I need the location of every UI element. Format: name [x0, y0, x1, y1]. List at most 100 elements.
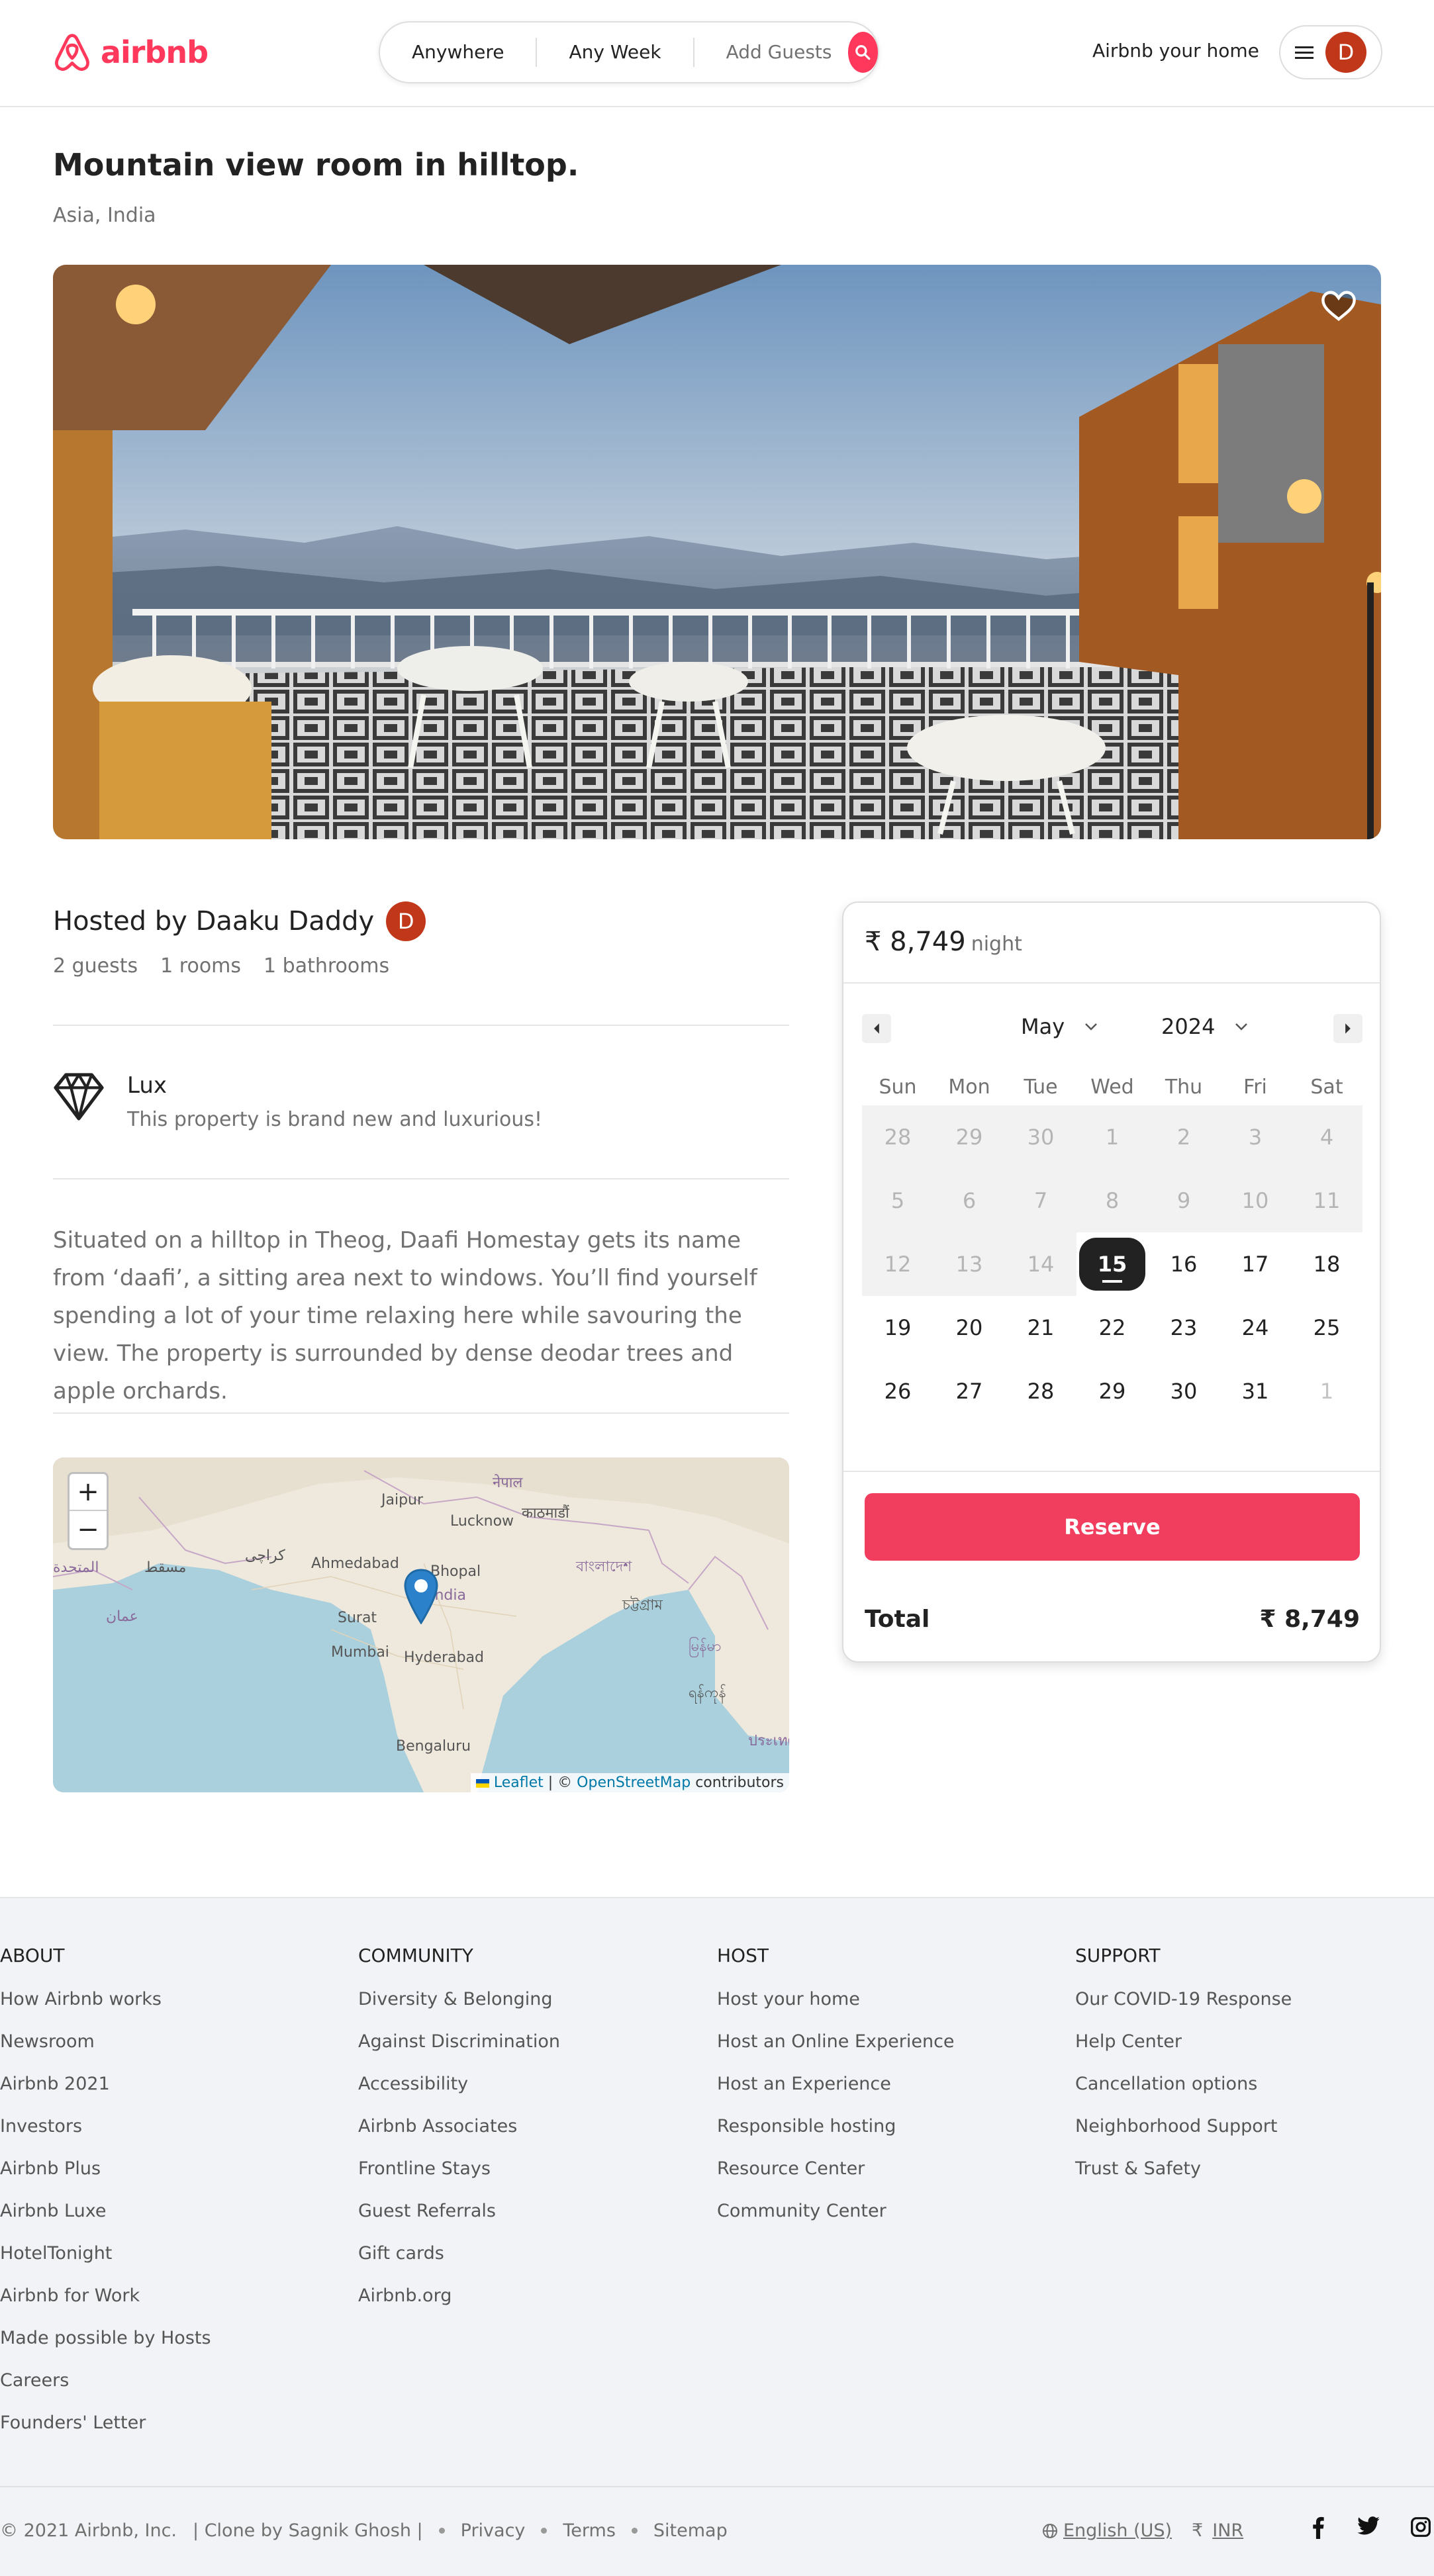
calendar-day[interactable]: 17 [1219, 1232, 1291, 1296]
footer-link[interactable]: Founders' Letter [0, 2410, 211, 2452]
meta-guests: 2 guests [53, 954, 138, 978]
footer-link[interactable]: Against Discrimination [358, 2029, 560, 2071]
footer-link[interactable]: Cancellation options [1075, 2071, 1292, 2113]
calendar-week: 12 13 14 15 16 17 18 [862, 1232, 1362, 1296]
footer-link[interactable]: Gift cards [358, 2240, 560, 2283]
osm-link[interactable]: OpenStreetMap [577, 1774, 691, 1791]
footer-link[interactable]: Accessibility [358, 2071, 560, 2113]
footer-link[interactable]: Our COVID-19 Response [1075, 1986, 1292, 2029]
calendar-day[interactable]: 21 [1005, 1296, 1076, 1359]
footer-link[interactable]: Newsroom [0, 2029, 211, 2071]
map-label-bangladesh: বাংলাদেশ [576, 1559, 632, 1575]
calendar-day[interactable]: 18 [1291, 1232, 1362, 1296]
airbnb-your-home-link[interactable]: Airbnb your home [1092, 40, 1259, 62]
calendar-day[interactable]: 26 [862, 1359, 933, 1423]
footer-link[interactable]: Made possible by Hosts [0, 2325, 211, 2368]
calendar-day[interactable]: 30 [1148, 1359, 1219, 1423]
calendar-day: 3 [1219, 1105, 1291, 1169]
airbnb-logo[interactable]: airbnb [53, 32, 209, 73]
map-label-yangon: ရန်ကုန် [689, 1684, 726, 1701]
reserve-button[interactable]: Reserve [865, 1493, 1360, 1561]
footer-link[interactable]: Trust & Safety [1075, 2156, 1292, 2198]
caret-left-icon [874, 1023, 879, 1034]
calendar-day[interactable]: 31 [1219, 1359, 1291, 1423]
calendar-day-selected[interactable]: 15 [1076, 1232, 1148, 1296]
calendar-day[interactable]: 23 [1148, 1296, 1219, 1359]
calendar-day[interactable]: 16 [1148, 1232, 1219, 1296]
footer-heading: HOST [717, 1945, 769, 1966]
footer-link[interactable]: Airbnb 2021 [0, 2071, 211, 2113]
footer-link[interactable]: Help Center [1075, 2029, 1292, 2071]
footer-link[interactable]: Host your home [717, 1986, 955, 2029]
total-value: ₹ 8,749 [1259, 1606, 1360, 1633]
calendar-grid: Sun Mon Tue Wed Thu Fri Sat 28 29 30 1 2… [862, 1068, 1362, 1423]
footer-link[interactable]: Guest Referrals [358, 2198, 560, 2240]
twitter-link[interactable] [1357, 2516, 1380, 2535]
twitter-icon [1357, 2516, 1380, 2535]
month-select[interactable]: May [1021, 1014, 1098, 1039]
calendar-day: 6 [933, 1169, 1005, 1232]
search-icon [855, 45, 871, 60]
footer-link[interactable]: Frontline Stays [358, 2156, 560, 2198]
heart-icon[interactable] [1321, 290, 1357, 322]
footer-link[interactable]: Airbnb Plus [0, 2156, 211, 2198]
calendar-day[interactable]: 20 [933, 1296, 1005, 1359]
footer-link[interactable]: Airbnb.org [358, 2283, 560, 2325]
calendar-day[interactable]: 25 [1291, 1296, 1362, 1359]
zoom-in-button[interactable]: + [70, 1474, 107, 1511]
map-marker-icon[interactable] [404, 1569, 438, 1624]
instagram-link[interactable] [1410, 2516, 1431, 2538]
calendar-day: 29 [933, 1105, 1005, 1169]
footer-link[interactable]: Neighborhood Support [1075, 2113, 1292, 2156]
calendar-day: 2 [1148, 1105, 1219, 1169]
search-any-week[interactable]: Any Week [537, 38, 694, 67]
calendar-day[interactable]: 28 [1005, 1359, 1076, 1423]
footer-link[interactable]: Host an Experience [717, 2071, 955, 2113]
footer-link[interactable]: Investors [0, 2113, 211, 2156]
footer-link[interactable]: Responsible hosting [717, 2113, 955, 2156]
footer-link[interactable]: Airbnb Luxe [0, 2198, 211, 2240]
footer-link[interactable]: HotelTonight [0, 2240, 211, 2283]
meta-bathrooms: 1 bathrooms [263, 954, 390, 978]
search-button[interactable] [847, 32, 878, 73]
listing-meta: 2 guests 1 rooms 1 bathrooms [53, 954, 389, 978]
feature-title: Lux [127, 1072, 167, 1099]
calendar-day[interactable]: 27 [933, 1359, 1005, 1423]
calendar-day[interactable]: 1 [1291, 1359, 1362, 1423]
privacy-link[interactable]: Privacy [461, 2520, 526, 2541]
currency-selector[interactable]: ₹ INR [1192, 2520, 1243, 2541]
year-select[interactable]: 2024 [1161, 1014, 1248, 1039]
next-month-button[interactable] [1333, 1014, 1362, 1043]
footer-locale: English (US) ₹ INR [1042, 2520, 1243, 2541]
prev-month-button[interactable] [862, 1014, 891, 1043]
footer-link[interactable]: Airbnb for Work [0, 2283, 211, 2325]
footer-link[interactable]: Resource Center [717, 2156, 955, 2198]
meta-rooms: 1 rooms [160, 954, 242, 978]
calendar-day[interactable]: 19 [862, 1296, 933, 1359]
diamond-icon [54, 1073, 104, 1121]
footer-link[interactable]: Careers [0, 2368, 211, 2410]
calendar-day[interactable]: 24 [1219, 1296, 1291, 1359]
map-label-chittagong: চট্টগ্রাম [622, 1597, 663, 1614]
price-value: ₹ 8,749 [865, 927, 966, 957]
footer-link[interactable]: Airbnb Associates [358, 2113, 560, 2156]
nightly-price: ₹ 8,749 night [865, 927, 1022, 957]
calendar-day[interactable]: 22 [1076, 1296, 1148, 1359]
calendar-day: 4 [1291, 1105, 1362, 1169]
footer-link[interactable]: Diversity & Belonging [358, 1986, 560, 2029]
sitemap-link[interactable]: Sitemap [653, 2520, 728, 2541]
footer-link[interactable]: Host an Online Experience [717, 2029, 955, 2071]
location-map[interactable]: Jaipur Lucknow नेपाल काठमाडौं کراچی مسقط… [53, 1457, 789, 1792]
calendar-day[interactable]: 29 [1076, 1359, 1148, 1423]
footer-link[interactable]: Community Center [717, 2198, 955, 2240]
terms-link[interactable]: Terms [563, 2520, 616, 2541]
footer-link[interactable]: How Airbnb works [0, 1986, 211, 2029]
user-menu-button[interactable]: D [1279, 25, 1382, 79]
facebook-link[interactable] [1311, 2516, 1325, 2539]
language-selector[interactable]: English (US) [1042, 2520, 1172, 2541]
leaflet-link[interactable]: Leaflet [494, 1774, 544, 1791]
search-anywhere[interactable]: Anywhere [380, 38, 538, 67]
search-add-guests[interactable]: Add Guests [694, 38, 848, 67]
zoom-out-button[interactable]: − [70, 1511, 107, 1548]
search-bar[interactable]: Anywhere Any Week Add Guests [379, 21, 879, 83]
